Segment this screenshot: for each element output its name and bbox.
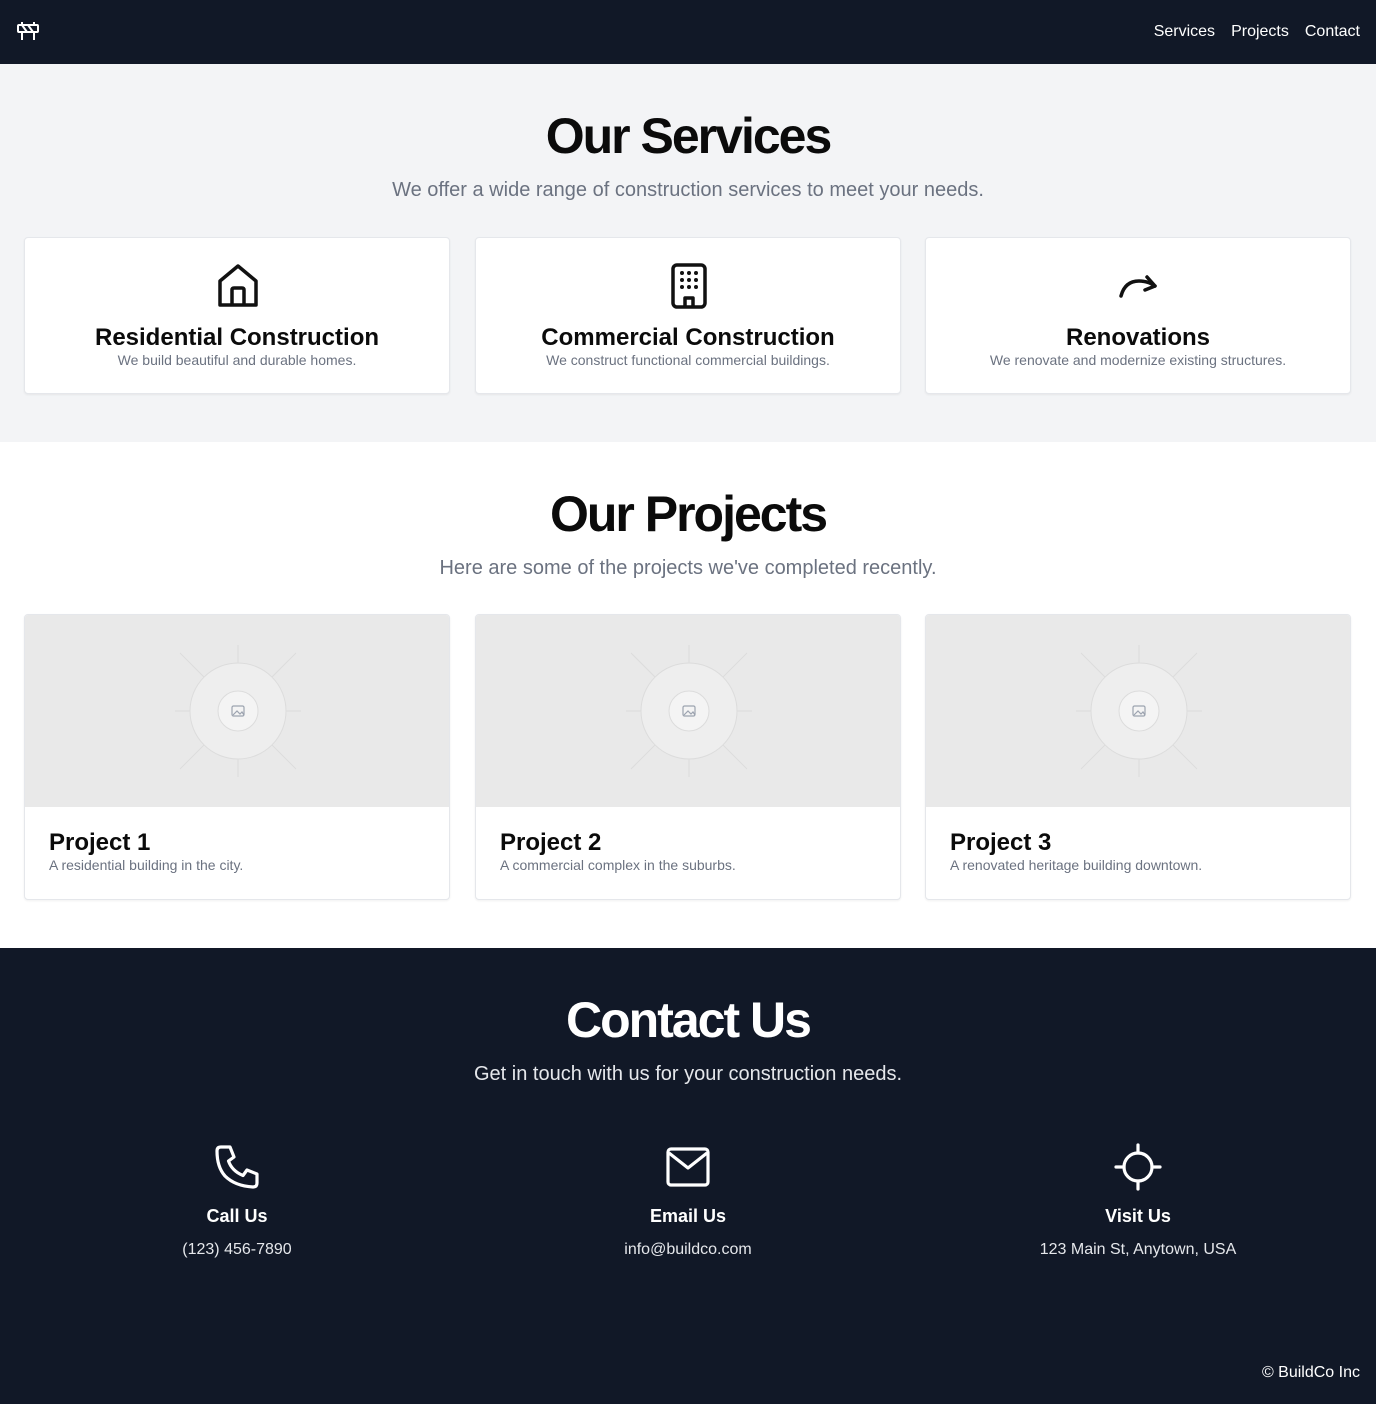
building-icon: [667, 262, 711, 310]
image-placeholder-icon: [1076, 645, 1202, 777]
contact-subtitle: Get in touch with us for your constructi…: [474, 1063, 902, 1085]
contact-title: Contact Us: [566, 992, 812, 1048]
image-placeholder-icon: [175, 645, 301, 777]
projects-subtitle: Here are some of the projects we've comp…: [439, 557, 937, 579]
service-title: Renovations: [1065, 324, 1211, 351]
project-image-placeholder: [476, 615, 900, 807]
contact-email-value[interactable]: info@buildco.com: [475, 1240, 901, 1260]
copyright-text: © BuildCo Inc: [1261, 1364, 1360, 1381]
project-title: Project 3: [950, 829, 1052, 856]
contact-address-value: 123 Main St, Anytown, USA: [1039, 1241, 1237, 1258]
project-image-placeholder: [926, 615, 1350, 807]
home-icon: [216, 262, 260, 310]
project-card-1[interactable]: Project 1 A residential building in the …: [24, 614, 450, 900]
location-crosshair-icon: [1114, 1143, 1162, 1191]
project-title: Project 2: [500, 829, 602, 856]
main-nav: Services Projects Contact: [1154, 22, 1360, 42]
project-desc: A commercial complex in the suburbs.: [500, 857, 736, 873]
phone-icon: [215, 1145, 259, 1189]
service-desc: We renovate and modernize existing struc…: [989, 352, 1287, 368]
contact-item-visit[interactable]: Visit Us 123 Main St, Anytown, USA: [925, 1143, 1351, 1260]
contact-label: Call Us: [206, 1206, 268, 1226]
project-title: Project 1: [49, 829, 151, 856]
service-card-commercial[interactable]: Commercial Construction We construct fun…: [475, 237, 901, 394]
service-desc: We construct functional commercial build…: [546, 352, 830, 368]
site-header: Services Projects Contact: [0, 0, 1376, 64]
projects-title: Our Projects: [549, 486, 828, 542]
contact-label: Visit Us: [1105, 1206, 1171, 1226]
service-desc: We build beautiful and durable homes.: [117, 352, 357, 368]
contact-label: Email Us: [649, 1206, 727, 1226]
service-title: Residential Construction: [94, 324, 380, 351]
service-card-residential[interactable]: Residential Construction We build beauti…: [24, 237, 450, 394]
project-image-placeholder: [25, 615, 449, 807]
project-card-3[interactable]: Project 3 A renovated heritage building …: [925, 614, 1351, 900]
service-card-renovations[interactable]: Renovations We renovate and modernize ex…: [925, 237, 1351, 394]
redo-arrow-icon: [1117, 262, 1161, 310]
services-title: Our Services: [545, 108, 833, 164]
mail-icon: [666, 1147, 710, 1187]
nav-link-contact[interactable]: Contact: [1305, 22, 1360, 42]
contact-item-call[interactable]: Call Us (123) 456-7890: [24, 1143, 450, 1260]
project-card-2[interactable]: Project 2 A commercial complex in the su…: [475, 614, 901, 900]
projects-section: Our Projects Here are some of the projec…: [0, 442, 1376, 948]
project-desc: A renovated heritage building downtown.: [950, 857, 1203, 873]
project-desc: A residential building in the city.: [49, 857, 244, 873]
services-subtitle: We offer a wide range of construction se…: [392, 179, 984, 201]
contact-item-email[interactable]: Email Us info@buildco.com: [475, 1143, 901, 1260]
contact-section: Contact Us Get in touch with us for your…: [0, 948, 1376, 1404]
nav-link-services[interactable]: Services: [1154, 22, 1215, 42]
construction-barrier-icon[interactable]: [16, 20, 42, 44]
contact-phone-value[interactable]: (123) 456-7890: [24, 1240, 450, 1260]
nav-link-projects[interactable]: Projects: [1231, 22, 1289, 42]
services-section: Our Services We offer a wide range of co…: [0, 64, 1376, 442]
image-placeholder-icon: [626, 645, 752, 777]
service-title: Commercial Construction: [541, 324, 835, 351]
